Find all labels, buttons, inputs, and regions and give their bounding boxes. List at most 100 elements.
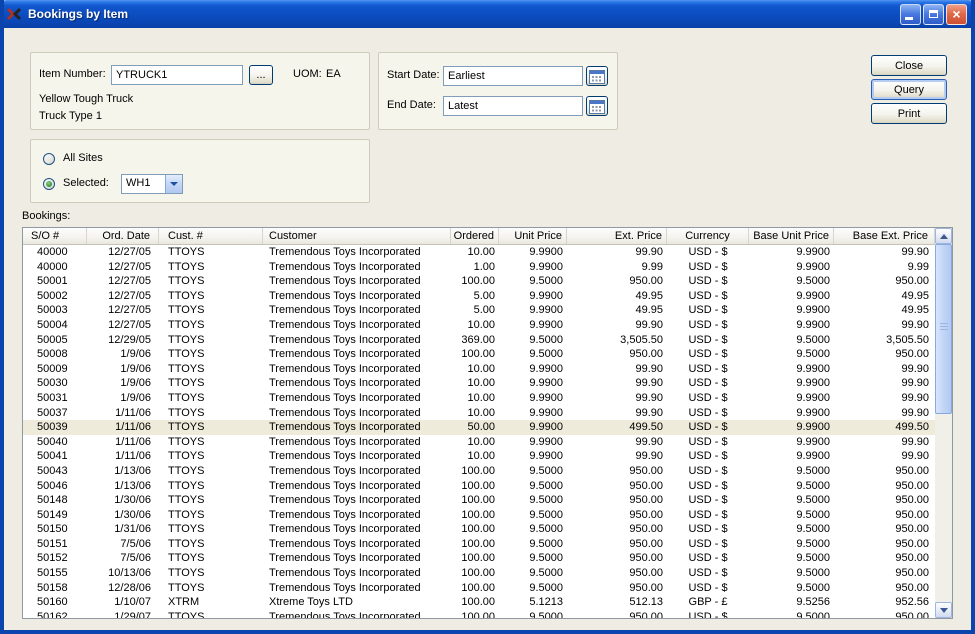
table-cell: 9.5000: [499, 333, 567, 348]
all-sites-radio[interactable]: [43, 153, 55, 165]
item-number-input[interactable]: [111, 65, 243, 85]
table-row[interactable]: 4000012/27/05TTOYSTremendous Toys Incorp…: [23, 260, 935, 275]
table-row[interactable]: 501491/30/06TTOYSTremendous Toys Incorpo…: [23, 508, 935, 523]
table-cell: 499.50: [834, 420, 935, 435]
table-cell: 100.00: [451, 610, 499, 618]
table-cell: Tremendous Toys Incorporated: [263, 303, 451, 318]
table-row[interactable]: 501517/5/06TTOYSTremendous Toys Incorpor…: [23, 537, 935, 552]
table-row[interactable]: 501481/30/06TTOYSTremendous Toys Incorpo…: [23, 493, 935, 508]
table-row[interactable]: 500091/9/06TTOYSTremendous Toys Incorpor…: [23, 362, 935, 377]
close-button[interactable]: Close: [871, 55, 947, 76]
table-cell: USD - $: [667, 551, 749, 566]
all-sites-label: All Sites: [63, 152, 103, 164]
table-row[interactable]: 501621/29/07TTOYSTremendous Toys Incorpo…: [23, 610, 935, 618]
site-combobox[interactable]: WH1: [121, 174, 183, 194]
table-row[interactable]: 500391/11/06TTOYSTremendous Toys Incorpo…: [23, 420, 935, 435]
table-row[interactable]: 501501/31/06TTOYSTremendous Toys Incorpo…: [23, 522, 935, 537]
titlebar[interactable]: Bookings by Item ×: [0, 0, 975, 28]
table-cell: 950.00: [567, 610, 667, 618]
table-row[interactable]: 5015812/28/06TTOYSTremendous Toys Incorp…: [23, 581, 935, 596]
query-button[interactable]: Query: [871, 79, 947, 100]
table-row[interactable]: 500461/13/06TTOYSTremendous Toys Incorpo…: [23, 479, 935, 494]
table-row[interactable]: 5000412/27/05TTOYSTremendous Toys Incorp…: [23, 318, 935, 333]
table-cell: 100.00: [451, 508, 499, 523]
table-cell: TTOYS: [159, 551, 263, 566]
table-cell: 12/29/05: [87, 333, 159, 348]
table-cell: 950.00: [834, 508, 935, 523]
table-cell: 12/28/06: [87, 581, 159, 596]
column-header-ordered[interactable]: Ordered: [451, 228, 499, 244]
table-cell: 950.00: [567, 493, 667, 508]
close-window-button[interactable]: ×: [946, 4, 967, 25]
table-row[interactable]: 500311/9/06TTOYSTremendous Toys Incorpor…: [23, 391, 935, 406]
print-button[interactable]: Print: [871, 103, 947, 124]
end-date-calendar-button[interactable]: [586, 96, 608, 116]
table-cell: 950.00: [834, 274, 935, 289]
table-cell: 10.00: [451, 435, 499, 450]
start-date-calendar-button[interactable]: [586, 66, 608, 86]
table-cell: 9.5000: [499, 581, 567, 596]
table-cell: Tremendous Toys Incorporated: [263, 245, 451, 260]
column-header-customer[interactable]: Customer: [263, 228, 451, 244]
scroll-up-button[interactable]: [935, 228, 952, 244]
table-row[interactable]: 500431/13/06TTOYSTremendous Toys Incorpo…: [23, 464, 935, 479]
table-cell: 5.00: [451, 289, 499, 304]
table-cell: Tremendous Toys Incorporated: [263, 551, 451, 566]
table-row[interactable]: 5000512/29/05TTOYSTremendous Toys Incorp…: [23, 333, 935, 348]
table-cell: USD - $: [667, 376, 749, 391]
table-row[interactable]: 5000312/27/05TTOYSTremendous Toys Incorp…: [23, 303, 935, 318]
table-cell: 3,505.50: [567, 333, 667, 348]
table-cell: USD - $: [667, 391, 749, 406]
table-row[interactable]: 500301/9/06TTOYSTremendous Toys Incorpor…: [23, 376, 935, 391]
table-cell: 950.00: [834, 464, 935, 479]
table-cell: USD - $: [667, 318, 749, 333]
table-cell: 9.9900: [499, 435, 567, 450]
table-cell: Tremendous Toys Incorporated: [263, 289, 451, 304]
column-header-s-o[interactable]: S/O #: [23, 228, 87, 244]
item-description-line2: Truck Type 1: [39, 110, 102, 122]
table-cell: USD - $: [667, 449, 749, 464]
item-browse-button[interactable]: ...: [249, 65, 273, 85]
table-cell: 1/9/06: [87, 347, 159, 362]
table-cell: 100.00: [451, 581, 499, 596]
selected-site-radio[interactable]: [43, 178, 55, 190]
table-cell: USD - $: [667, 537, 749, 552]
table-cell: 99.90: [567, 449, 667, 464]
column-header-ext-price[interactable]: Ext. Price: [567, 228, 667, 244]
column-header-base-ext-price[interactable]: Base Ext. Price: [834, 228, 935, 244]
table-row[interactable]: 501527/5/06TTOYSTremendous Toys Incorpor…: [23, 551, 935, 566]
column-header-currency[interactable]: Currency: [667, 228, 749, 244]
table-row[interactable]: 501601/10/07XTRMXtreme Toys LTD100.005.1…: [23, 595, 935, 610]
table-row[interactable]: 5000212/27/05TTOYSTremendous Toys Incorp…: [23, 289, 935, 304]
table-row[interactable]: 5000112/27/05TTOYSTremendous Toys Incorp…: [23, 274, 935, 289]
table-cell: 49.95: [834, 289, 935, 304]
table-row[interactable]: 4000012/27/05TTOYSTremendous Toys Incorp…: [23, 245, 935, 260]
table-cell: 1/31/06: [87, 522, 159, 537]
column-header-unit-price[interactable]: Unit Price: [499, 228, 567, 244]
table-cell: 950.00: [834, 479, 935, 494]
column-header-ord-date[interactable]: Ord. Date: [87, 228, 159, 244]
scroll-down-button[interactable]: [935, 602, 952, 618]
table-row[interactable]: 5015510/13/06TTOYSTremendous Toys Incorp…: [23, 566, 935, 581]
vertical-scrollbar[interactable]: [935, 228, 952, 618]
column-header-base-unit-price[interactable]: Base Unit Price: [749, 228, 834, 244]
start-date-input[interactable]: [443, 66, 583, 86]
table-cell: 40000: [23, 260, 87, 275]
end-date-input[interactable]: [443, 96, 583, 116]
table-cell: 100.00: [451, 522, 499, 537]
restore-button[interactable]: [923, 4, 944, 25]
table-cell: 9.9900: [499, 303, 567, 318]
table-row[interactable]: 500411/11/06TTOYSTremendous Toys Incorpo…: [23, 449, 935, 464]
table-cell: 50003: [23, 303, 87, 318]
table-row[interactable]: 500401/11/06TTOYSTremendous Toys Incorpo…: [23, 435, 935, 450]
minimize-button[interactable]: [900, 4, 921, 25]
table-cell: TTOYS: [159, 245, 263, 260]
column-header-cust[interactable]: Cust. #: [159, 228, 263, 244]
table-cell: 100.00: [451, 464, 499, 479]
scrollbar-thumb[interactable]: [935, 244, 952, 414]
table-row[interactable]: 500371/11/06TTOYSTremendous Toys Incorpo…: [23, 406, 935, 421]
table-cell: Tremendous Toys Incorporated: [263, 435, 451, 450]
table-cell: 9.5000: [749, 479, 834, 494]
table-row[interactable]: 500081/9/06TTOYSTremendous Toys Incorpor…: [23, 347, 935, 362]
combobox-dropdown-button[interactable]: [165, 175, 182, 193]
